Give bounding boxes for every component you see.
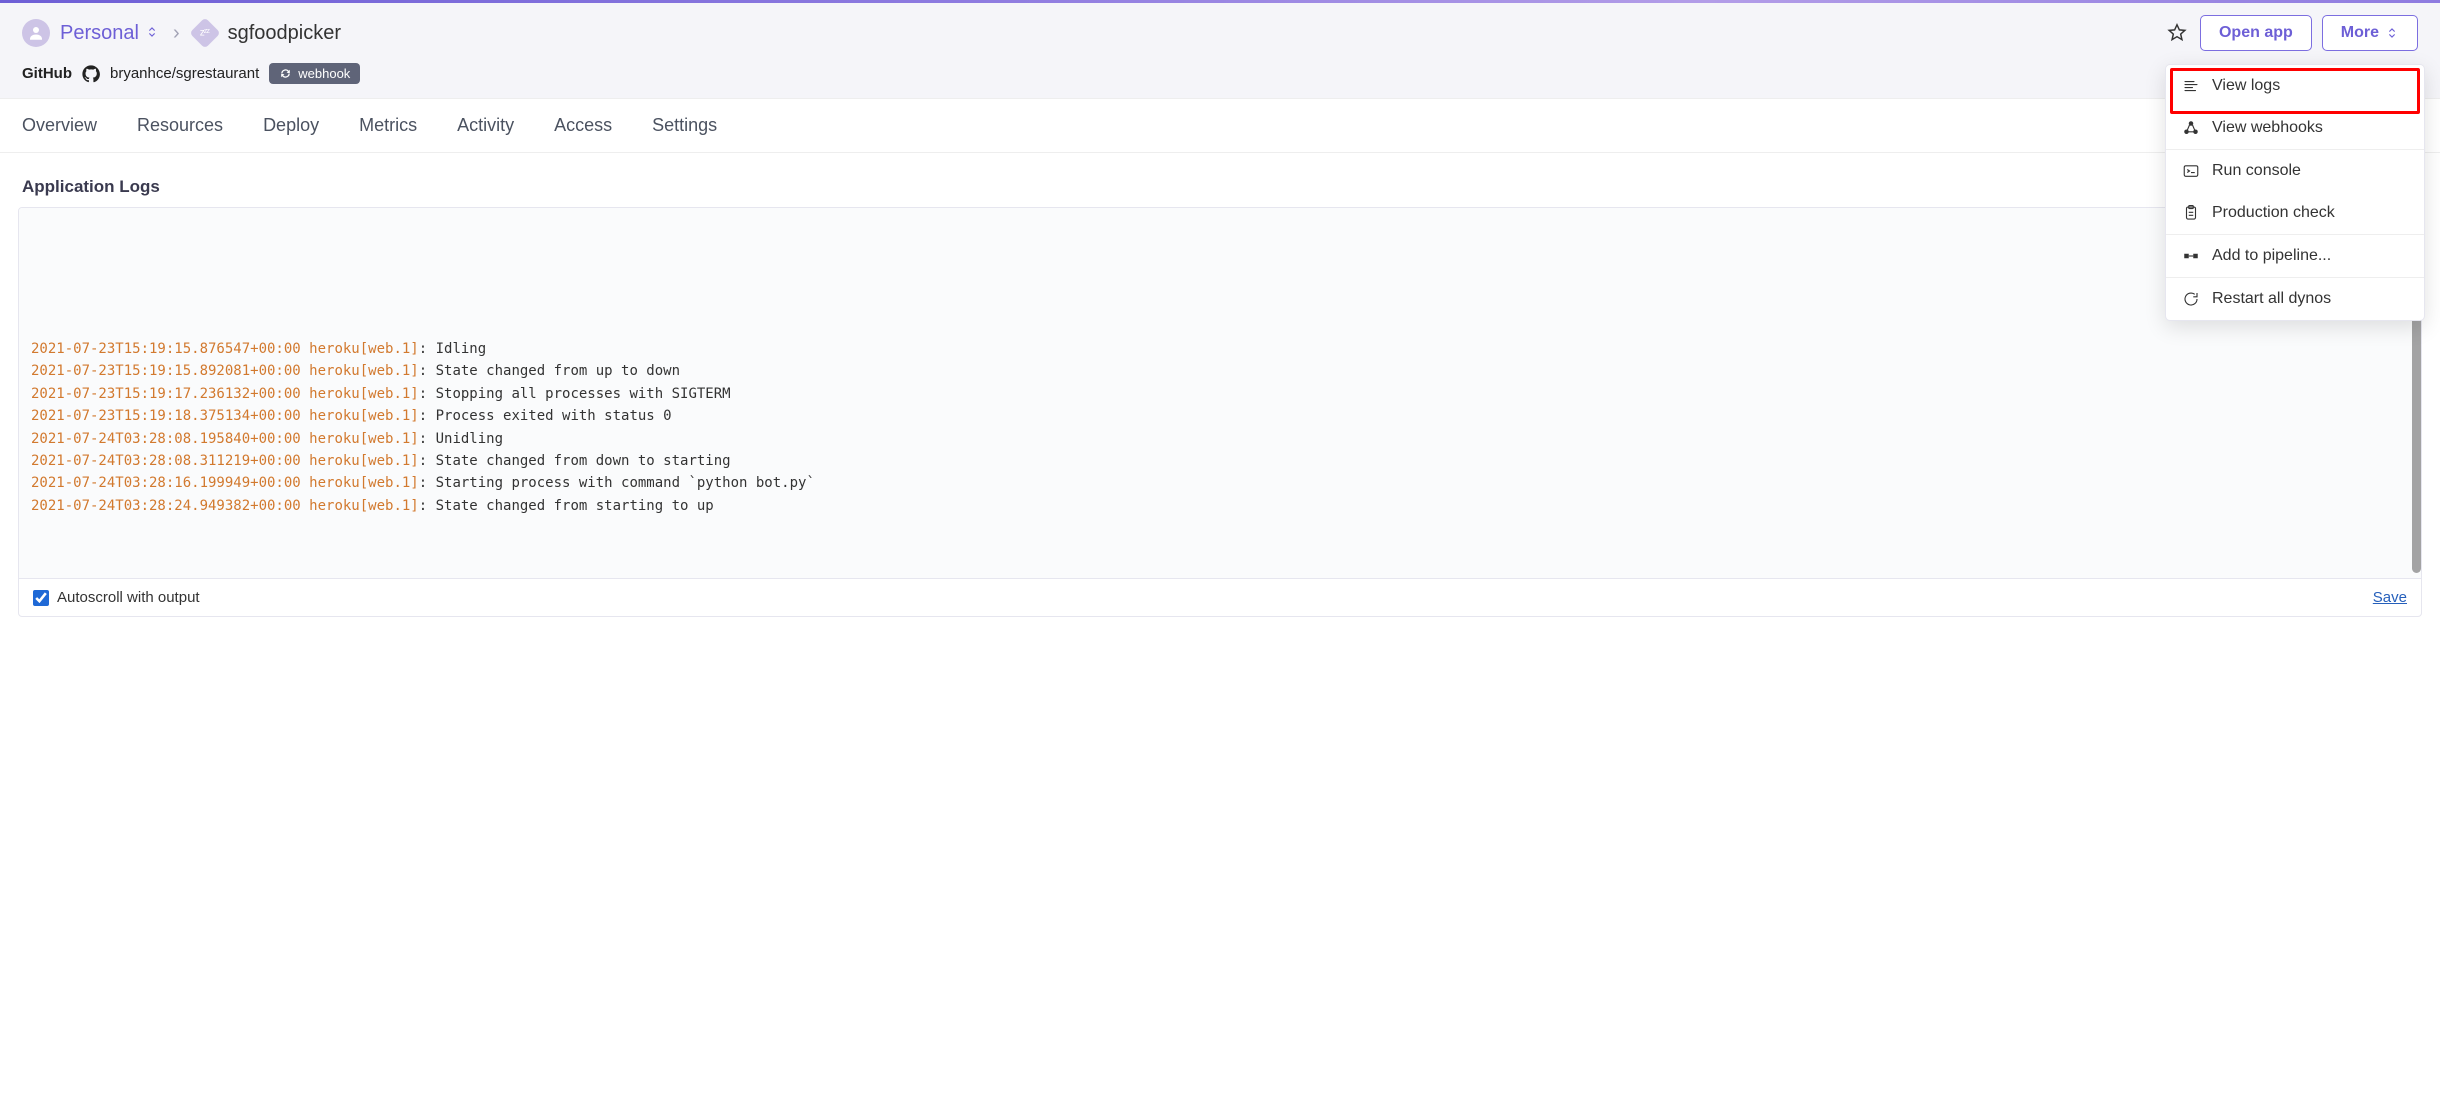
- menu-label: Add to pipeline...: [2212, 247, 2331, 265]
- logs-scrollbar[interactable]: [2409, 297, 2421, 573]
- menu-restart-dynos[interactable]: Restart all dynos: [2166, 278, 2424, 320]
- github-label: GitHub: [22, 65, 72, 82]
- logs-container: 2021-07-23T15:19:15.876547+00:00 heroku[…: [18, 207, 2422, 617]
- terminal-icon: [2182, 162, 2200, 180]
- log-timestamp: 2021-07-23T15:19:18.375134+00:00: [31, 408, 301, 424]
- menu-production-check[interactable]: Production check: [2166, 192, 2424, 234]
- log-source: heroku[web.1]: [309, 453, 419, 469]
- logs-lines-icon: [2182, 77, 2200, 95]
- log-source: heroku[web.1]: [309, 408, 419, 424]
- app-hex-icon: zᶻᶻ: [189, 17, 220, 48]
- github-icon: [82, 64, 100, 82]
- app-header: Personal › zᶻᶻ sgfoodpicker Open app Mor…: [0, 3, 2440, 99]
- log-message: : State changed from down to starting: [419, 453, 731, 469]
- menu-label: Run console: [2212, 162, 2301, 180]
- menu-label: View webhooks: [2212, 119, 2323, 137]
- log-timestamp: 2021-07-23T15:19:15.892081+00:00: [31, 363, 301, 379]
- breadcrumb-row: Personal › zᶻᶻ sgfoodpicker Open app Mor…: [22, 15, 2418, 51]
- webhook-badge[interactable]: webhook: [269, 63, 360, 84]
- menu-view-webhooks[interactable]: View webhooks: [2166, 107, 2424, 149]
- log-timestamp: 2021-07-23T15:19:17.236132+00:00: [31, 386, 301, 402]
- tab-settings[interactable]: Settings: [652, 99, 717, 152]
- logs-footer: Autoscroll with output Save: [19, 578, 2421, 616]
- log-line: 2021-07-24T03:28:24.949382+00:00 heroku[…: [31, 495, 2409, 517]
- refresh-icon: [279, 67, 292, 80]
- autoscroll-toggle[interactable]: Autoscroll with output: [33, 589, 200, 606]
- tab-resources[interactable]: Resources: [137, 99, 223, 152]
- updown-caret-icon: [2385, 26, 2399, 40]
- log-line: 2021-07-23T15:19:15.876547+00:00 heroku[…: [31, 338, 2409, 360]
- log-message: : Idling: [419, 341, 486, 357]
- open-app-button[interactable]: Open app: [2200, 15, 2312, 51]
- log-timestamp: 2021-07-24T03:28:08.195840+00:00: [31, 431, 301, 447]
- log-timestamp: 2021-07-24T03:28:16.199949+00:00: [31, 475, 301, 491]
- webhook-icon: [2182, 119, 2200, 137]
- favorite-button[interactable]: [2164, 20, 2190, 46]
- app-name: sgfoodpicker: [228, 22, 341, 45]
- team-name: Personal: [60, 22, 139, 45]
- log-line: 2021-07-23T15:19:18.375134+00:00 heroku[…: [31, 405, 2409, 427]
- tab-activity[interactable]: Activity: [457, 99, 514, 152]
- github-row: GitHub bryanhce/sgrestaurant webhook: [22, 63, 2418, 84]
- webhook-label: webhook: [298, 66, 350, 81]
- open-app-label: Open app: [2219, 24, 2293, 42]
- log-timestamp: 2021-07-23T15:19:15.876547+00:00: [31, 341, 301, 357]
- logs-scrollbar-thumb[interactable]: [2412, 297, 2421, 573]
- log-message: : Starting process with command `python …: [419, 475, 815, 491]
- log-source: heroku[web.1]: [309, 341, 419, 357]
- more-button[interactable]: More: [2322, 15, 2418, 51]
- menu-label: View logs: [2212, 77, 2280, 95]
- autoscroll-label: Autoscroll with output: [57, 589, 200, 606]
- logs-panel: 2021-07-23T15:19:15.876547+00:00 heroku[…: [18, 207, 2422, 617]
- menu-add-to-pipeline[interactable]: Add to pipeline...: [2166, 235, 2424, 277]
- log-source: heroku[web.1]: [309, 431, 419, 447]
- more-label: More: [2341, 24, 2379, 42]
- log-line: 2021-07-24T03:28:16.199949+00:00 heroku[…: [31, 472, 2409, 494]
- team-switcher[interactable]: Personal: [60, 22, 159, 45]
- save-logs-link[interactable]: Save: [2373, 589, 2407, 606]
- github-repo-link[interactable]: bryanhce/sgrestaurant: [110, 65, 259, 82]
- log-line: 2021-07-23T15:19:17.236132+00:00 heroku[…: [31, 383, 2409, 405]
- menu-label: Restart all dynos: [2212, 290, 2331, 308]
- log-message: : State changed from starting to up: [419, 498, 714, 514]
- pipeline-icon: [2182, 247, 2200, 265]
- log-source: heroku[web.1]: [309, 386, 419, 402]
- clipboard-icon: [2182, 204, 2200, 222]
- autoscroll-checkbox[interactable]: [33, 590, 49, 606]
- breadcrumb-separator: ›: [169, 22, 184, 45]
- app-tabs: Overview Resources Deploy Metrics Activi…: [0, 99, 2440, 153]
- tab-access[interactable]: Access: [554, 99, 612, 152]
- more-menu: View logs View webhooks Run console Prod…: [2165, 64, 2425, 321]
- log-timestamp: 2021-07-24T03:28:24.949382+00:00: [31, 498, 301, 514]
- tab-metrics[interactable]: Metrics: [359, 99, 417, 152]
- page-title: Application Logs: [22, 177, 2418, 197]
- log-source: heroku[web.1]: [309, 475, 419, 491]
- menu-label: Production check: [2212, 204, 2335, 222]
- log-line: 2021-07-23T15:19:15.892081+00:00 heroku[…: [31, 360, 2409, 382]
- log-source: heroku[web.1]: [309, 498, 419, 514]
- tab-deploy[interactable]: Deploy: [263, 99, 319, 152]
- tab-overview[interactable]: Overview: [22, 99, 97, 152]
- menu-view-logs[interactable]: View logs: [2166, 65, 2424, 107]
- log-line: 2021-07-24T03:28:08.195840+00:00 heroku[…: [31, 428, 2409, 450]
- logs-output[interactable]: 2021-07-23T15:19:15.876547+00:00 heroku[…: [19, 208, 2421, 578]
- page-heading: Application Logs: [0, 153, 2440, 207]
- restart-icon: [2182, 290, 2200, 308]
- log-message: : Process exited with status 0: [419, 408, 672, 424]
- team-avatar[interactable]: [22, 19, 50, 47]
- log-message: : State changed from up to down: [419, 363, 680, 379]
- log-message: : Unidling: [419, 431, 503, 447]
- log-line: 2021-07-24T03:28:08.311219+00:00 heroku[…: [31, 450, 2409, 472]
- log-source: heroku[web.1]: [309, 363, 419, 379]
- updown-caret-icon: [145, 22, 159, 45]
- log-timestamp: 2021-07-24T03:28:08.311219+00:00: [31, 453, 301, 469]
- menu-run-console[interactable]: Run console: [2166, 150, 2424, 192]
- log-message: : Stopping all processes with SIGTERM: [419, 386, 731, 402]
